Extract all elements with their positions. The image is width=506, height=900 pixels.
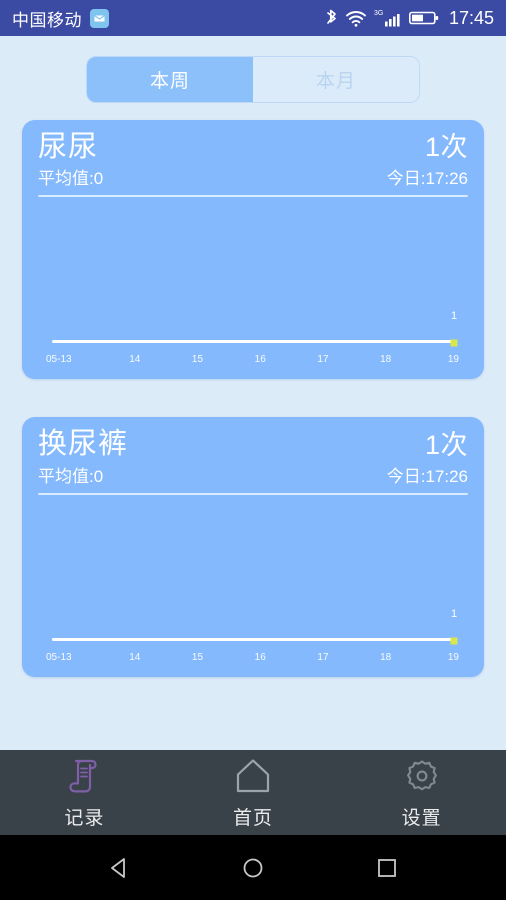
period-tabs-wrapper: 本周 本月 (0, 36, 506, 103)
status-bar-right: 3G 17:45 (325, 8, 494, 29)
chart-x-axis-ticks: 05-13 14 15 16 17 18 19 (46, 354, 459, 366)
mail-badge-icon (90, 8, 109, 28)
card-header-left: 尿尿 平均值:0 (38, 132, 103, 189)
chart-plot-area: 1 (52, 201, 458, 347)
back-triangle-icon[interactable] (106, 855, 132, 881)
chart-plot-area: 1 (52, 499, 458, 645)
chart-data-point (450, 339, 458, 347)
home-circle-icon[interactable] (240, 855, 266, 881)
recents-square-icon[interactable] (374, 855, 400, 881)
card-average: 平均值:0 (38, 466, 104, 486)
chart-data-point (450, 637, 458, 645)
card-header-right: 1次 今日:17:26 (386, 429, 468, 487)
scroll-record-icon (64, 755, 104, 797)
x-tick: 17 (317, 651, 329, 663)
card-divider (38, 195, 468, 198)
card-count: 1次 (424, 429, 468, 460)
x-tick: 05-13 (46, 354, 72, 366)
stat-card-pee[interactable]: 尿尿 平均值:0 1次 今日:17:26 1 05-13 14 15 16 17… (22, 120, 484, 380)
chart-point-label: 1 (450, 607, 458, 620)
card-count: 1次 (424, 132, 468, 163)
x-tick: 05-13 (46, 651, 72, 663)
gear-icon (402, 755, 442, 797)
tab-this-month[interactable]: 本月 (253, 57, 419, 102)
x-tick: 17 (317, 354, 329, 366)
android-system-bar (0, 835, 506, 900)
card-header-right: 1次 今日:17:26 (387, 133, 468, 189)
x-tick: 15 (191, 354, 204, 366)
x-tick: 16 (254, 354, 266, 366)
status-bar-left: 中国移动 (12, 6, 109, 31)
x-tick: 14 (129, 354, 141, 366)
card-average: 平均值:0 (38, 169, 104, 189)
card-header: 尿尿 平均值:0 1次 今日:17:26 (38, 132, 468, 189)
card-header: 换尿裤 平均值:0 1次 今日:17:26 (38, 429, 468, 486)
chart-axis-line (52, 340, 454, 344)
bluetooth-icon (325, 8, 338, 28)
tab-this-week[interactable]: 本周 (87, 57, 253, 102)
home-icon (233, 755, 273, 797)
x-tick: 19 (447, 651, 459, 663)
x-tick: 16 (254, 651, 266, 663)
x-tick: 19 (447, 354, 459, 366)
chart-diaper: 1 05-13 14 15 16 17 18 19 (38, 499, 468, 667)
wifi-icon (345, 8, 367, 28)
chart-axis-line (52, 637, 454, 641)
chart-x-axis-ticks: 05-13 14 15 16 17 18 19 (46, 651, 459, 663)
nav-item-records[interactable]: 记录 (0, 755, 169, 830)
stat-card-diaper[interactable]: 换尿裤 平均值:0 1次 今日:17:26 1 05-13 14 15 16 1… (22, 417, 484, 677)
phone-screen: 中国移动 3G 17:45 本周 本月 尿尿 平均值:0 1次 今日:17:26… (0, 0, 506, 900)
status-clock: 17:45 (448, 7, 494, 28)
card-today-time: 今日:17:26 (386, 466, 468, 486)
stat-cards: 尿尿 平均值:0 1次 今日:17:26 1 05-13 14 15 16 17… (0, 103, 506, 677)
x-tick: 18 (380, 651, 392, 663)
nav-label-records: 记录 (64, 808, 105, 829)
period-tabs: 本周 本月 (86, 56, 420, 103)
x-tick: 18 (380, 354, 392, 366)
chart-pee: 1 05-13 14 15 16 17 18 19 (38, 201, 468, 369)
card-header-left: 换尿裤 平均值:0 (38, 429, 128, 486)
card-title: 换尿裤 (38, 428, 129, 461)
status-bar: 中国移动 3G 17:45 (0, 0, 506, 36)
card-title: 尿尿 (38, 131, 99, 163)
nav-item-home[interactable]: 首页 (169, 755, 338, 830)
x-tick: 14 (129, 651, 141, 663)
nav-item-settings[interactable]: 设置 (337, 755, 506, 830)
nav-label-settings: 设置 (401, 808, 442, 829)
battery-icon (408, 10, 439, 26)
chart-point-label: 1 (450, 310, 458, 323)
card-today-time: 今日:17:26 (386, 169, 468, 189)
svg-text:3G: 3G (374, 10, 383, 17)
nav-label-home: 首页 (233, 808, 274, 829)
bottom-navigation: 记录 首页 设置 (0, 750, 506, 835)
card-divider (38, 492, 468, 495)
carrier-label: 中国移动 (12, 10, 82, 30)
x-tick: 15 (191, 651, 204, 663)
signal-bars-icon: 3G (374, 8, 402, 28)
